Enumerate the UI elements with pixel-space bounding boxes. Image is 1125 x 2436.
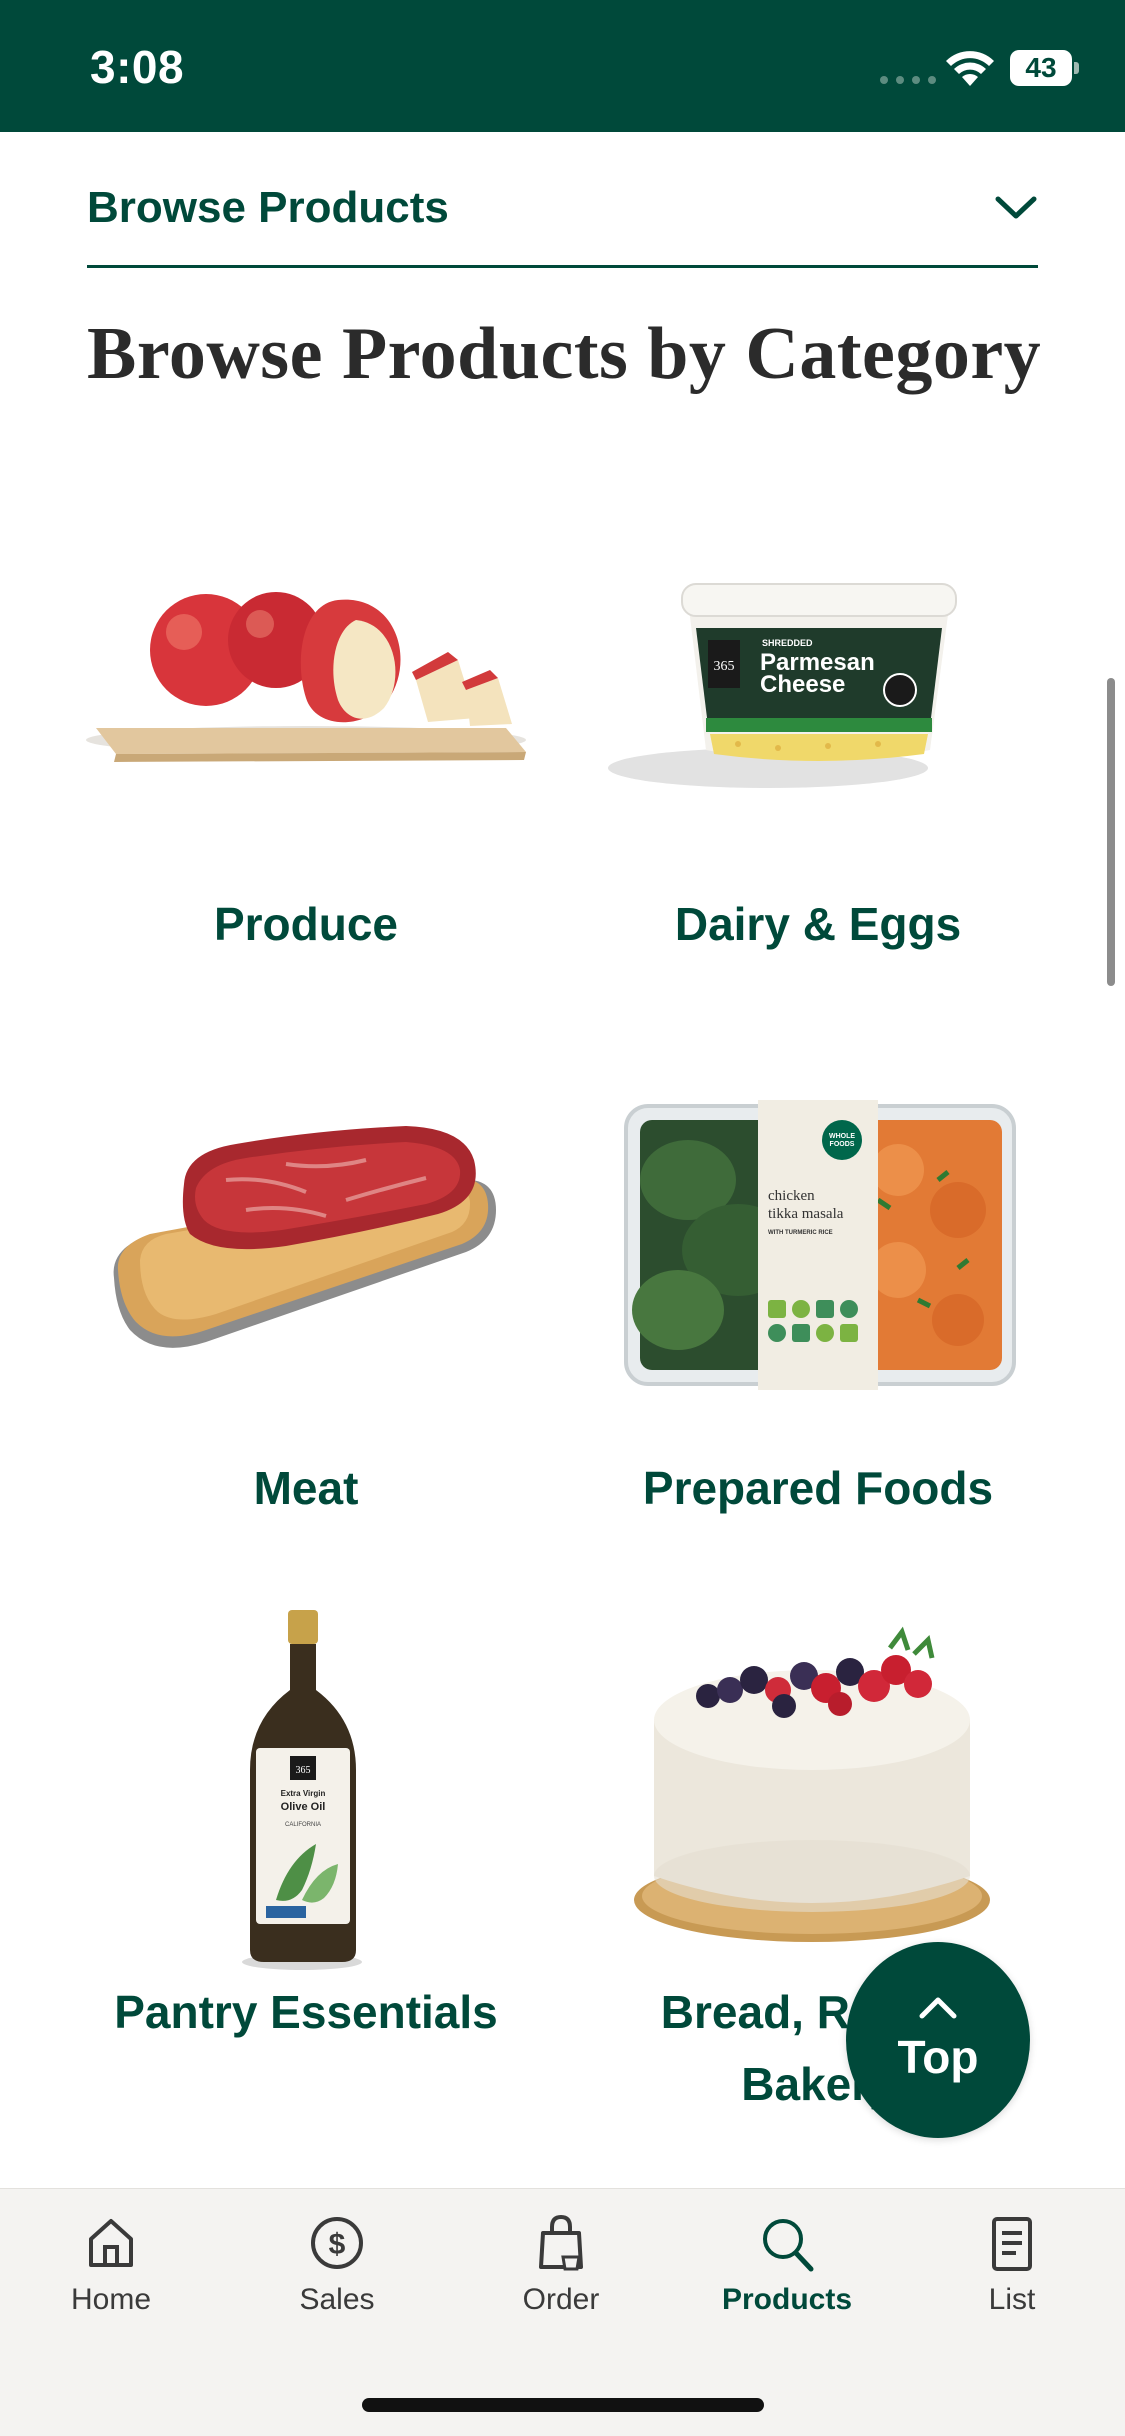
scroll-to-top-button[interactable]: Top (846, 1942, 1030, 2138)
browse-products-dropdown-label: Browse Products (87, 182, 449, 232)
tab-order-label: Order (522, 2283, 600, 2316)
home-icon (89, 2219, 133, 2267)
chevron-up-icon (919, 1997, 957, 2019)
category-card-meat[interactable]: Meat (66, 1100, 546, 1520)
category-card-prepared-foods[interactable]: WHOLE FOODS chicken tikka masala WITH TU… (578, 1100, 1058, 1520)
status-time: 3:08 (90, 41, 185, 93)
tab-order[interactable]: Order (471, 2213, 651, 2343)
wifi-icon (946, 51, 994, 86)
cheese-brand-text: 365 (714, 659, 735, 674)
page-title: Browse Products by Category (87, 313, 1042, 395)
meat-image (113, 1126, 496, 1348)
oil-origin-text: CALIFORNIA (285, 1822, 321, 1828)
meal-name-2: tikka masala (768, 1206, 844, 1222)
tab-home[interactable]: Home (21, 2213, 201, 2343)
products-screen: 3:08 43 Browse Products Browse Products … (0, 0, 1125, 2436)
tab-sales-label: Sales (299, 2283, 375, 2316)
chevron-down-icon (995, 196, 1037, 218)
tab-list-label: List (988, 2283, 1036, 2316)
bread-rolls-bakery-image (634, 1626, 990, 1942)
category-label-produce: Produce (213, 898, 399, 950)
oil-name-1: Extra Virgin (281, 1789, 326, 1798)
browse-products-dropdown[interactable]: Browse Products (87, 150, 1038, 268)
status-bar: 3:08 43 (0, 0, 1125, 132)
tab-products-label: Products (721, 2283, 853, 2316)
scrollbar[interactable] (1107, 678, 1115, 986)
category-card-dairy-eggs[interactable]: 365 SHREDDED Parmesan Cheese Dairy & Egg… (578, 540, 1058, 960)
dollar-circle-icon: $ (311, 2217, 363, 2269)
pantry-essentials-image: 365 Extra Virgin Olive Oil CALIFORNIA (242, 1610, 362, 1970)
category-card-produce[interactable]: Produce (66, 540, 546, 960)
cheese-shredded-text: SHREDDED (762, 638, 813, 648)
tab-home-label: Home (70, 2283, 152, 2316)
home-indicator (362, 2398, 764, 2412)
meal-name-1: chicken (768, 1188, 815, 1204)
svg-text:$: $ (329, 2228, 346, 2261)
list-document-icon (992, 2217, 1032, 2271)
battery-level: 43 (1010, 50, 1072, 86)
meal-sub-text: WITH TURMERIC RICE (768, 1230, 833, 1236)
scroll-to-top-label: Top (897, 2031, 979, 2083)
shopping-bag-icon (539, 2214, 583, 2271)
category-label-dairy-eggs: Dairy & Eggs (674, 898, 962, 950)
tab-sales[interactable]: $ Sales (247, 2213, 427, 2343)
oil-brand-text: 365 (296, 1765, 311, 1776)
battery-icon: 43 (1010, 50, 1079, 86)
dairy-eggs-image: 365 SHREDDED Parmesan Cheese (608, 583, 957, 788)
cheese-name-2: Cheese (760, 671, 845, 698)
category-label-pantry-essentials: Pantry Essentials (114, 1986, 498, 2038)
category-label-meat: Meat (253, 1462, 359, 1514)
tab-list[interactable]: List (922, 2213, 1102, 2343)
tab-products[interactable]: Products (697, 2213, 877, 2343)
search-icon (763, 2219, 814, 2272)
meal-brand-2: FOODS (830, 1141, 855, 1148)
category-label-prepared-foods: Prepared Foods (642, 1462, 994, 1514)
cellular-signal-icon (880, 76, 936, 84)
prepared-foods-image: WHOLE FOODS chicken tikka masala WITH TU… (624, 1100, 1016, 1390)
oil-name-2: Olive Oil (281, 1801, 326, 1813)
category-card-pantry-essentials[interactable]: 365 Extra Virgin Olive Oil CALIFORNIA Pa… (66, 1600, 546, 2080)
produce-image (86, 592, 526, 762)
meal-brand-1: WHOLE (829, 1133, 855, 1140)
